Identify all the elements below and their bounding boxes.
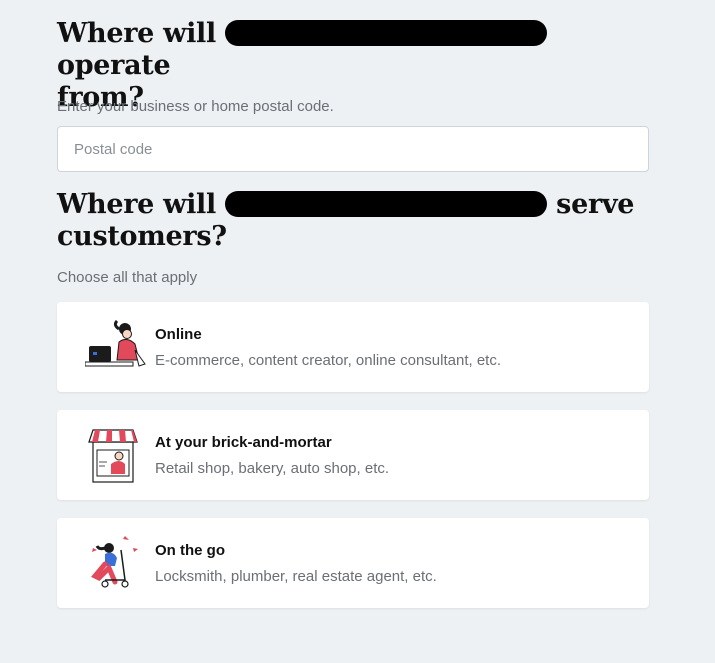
option-title: Online: [155, 326, 202, 343]
option-card-online[interactable]: Online E-commerce, content creator, onli…: [57, 302, 649, 392]
redacted-business-name: [225, 191, 548, 217]
serve-heading: Where will serve customers?: [57, 189, 634, 253]
operate-heading-end: operate: [57, 50, 171, 81]
option-title: On the go: [155, 542, 225, 559]
option-description: Locksmith, plumber, real estate agent, e…: [155, 568, 437, 585]
serve-heading-line2: customers?: [57, 221, 227, 252]
laptop-person-icon: [85, 320, 146, 367]
option-title: At your brick-and-mortar: [155, 434, 332, 451]
postal-helper-text: Enter your business or home postal code.: [57, 98, 334, 115]
choose-helper-text: Choose all that apply: [57, 269, 198, 286]
option-card-on-the-go[interactable]: On the go Locksmith, plumber, real estat…: [57, 518, 649, 608]
postal-code-input[interactable]: [57, 126, 649, 172]
serve-heading-end: serve: [556, 189, 635, 220]
scooter-person-icon: [91, 536, 138, 588]
operate-heading-start: Where will: [57, 18, 216, 49]
option-description: E-commerce, content creator, online cons…: [155, 352, 502, 369]
option-description: Retail shop, bakery, auto shop, etc.: [155, 460, 390, 477]
serve-heading-start: Where will: [57, 189, 216, 220]
option-card-brick-and-mortar[interactable]: At your brick-and-mortar Retail shop, ba…: [57, 410, 649, 500]
storefront-icon: [88, 429, 138, 483]
redacted-business-name: [225, 20, 548, 46]
